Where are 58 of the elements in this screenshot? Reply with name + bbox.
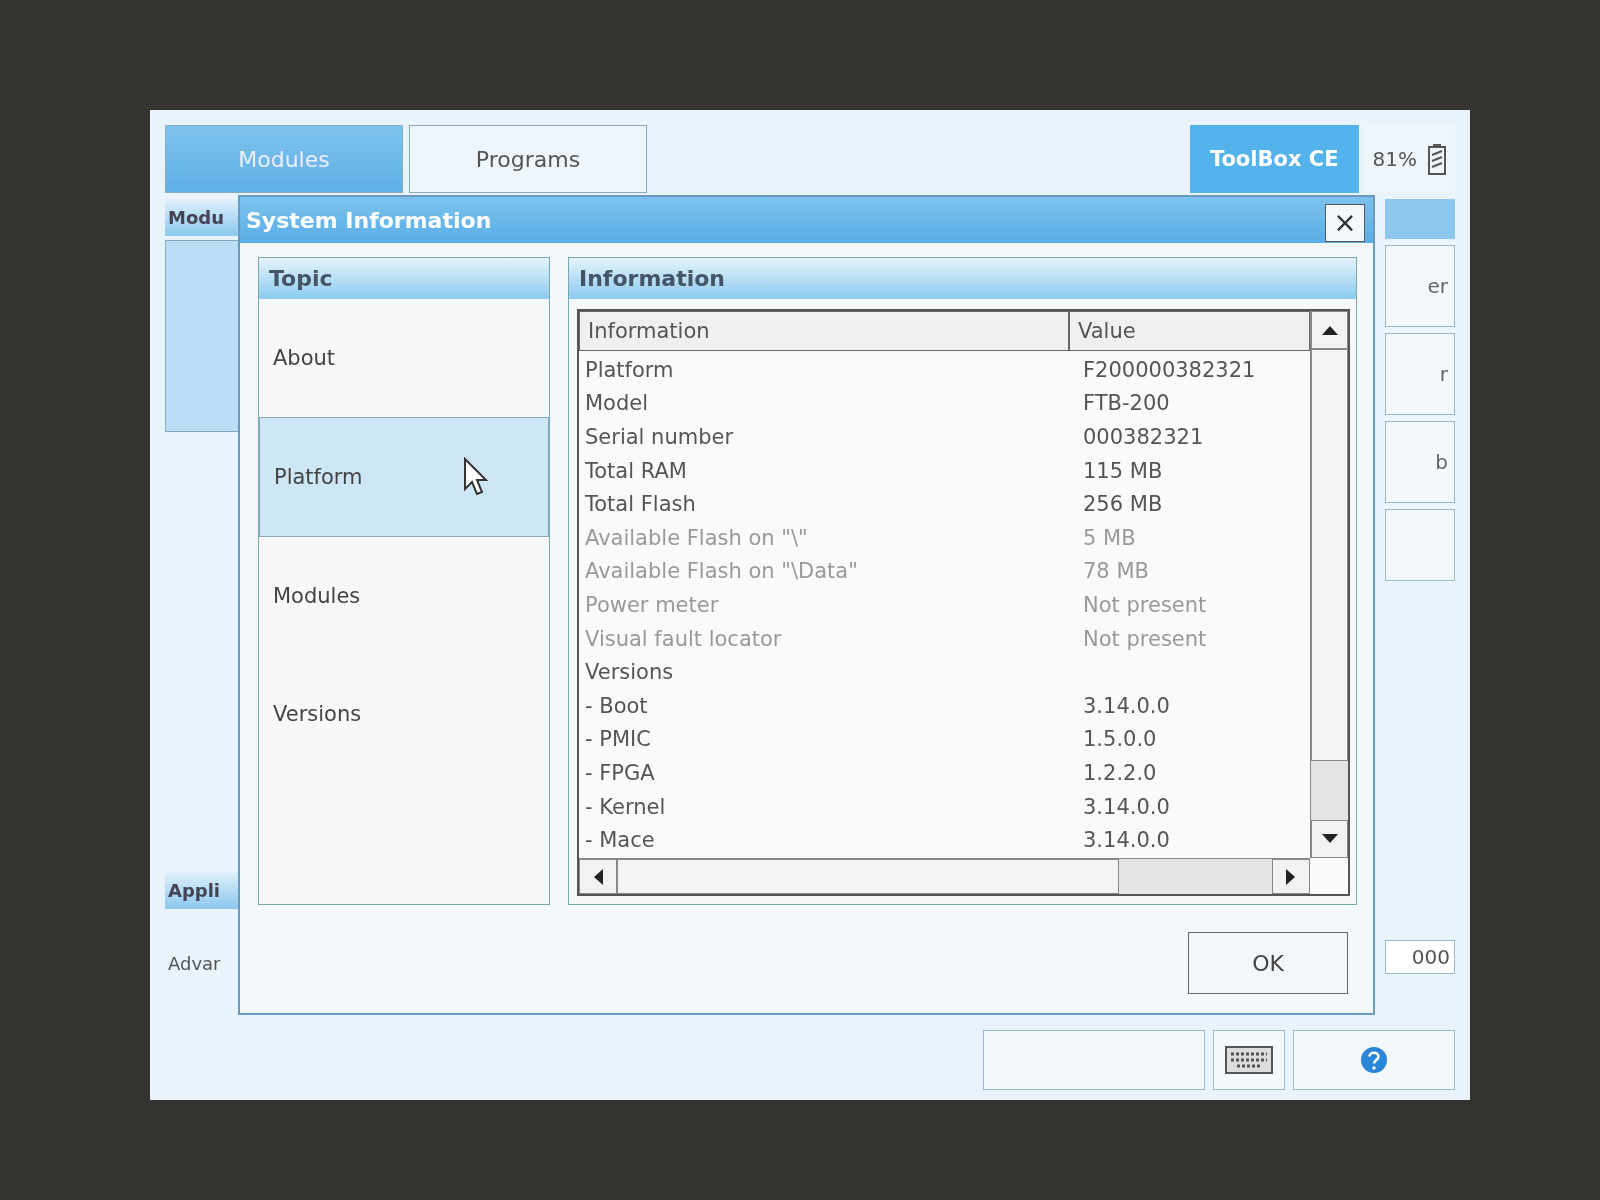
battery-icon bbox=[1427, 143, 1447, 175]
table-cell-text: Not present bbox=[1082, 592, 1207, 617]
topic-item[interactable]: Platform bbox=[259, 417, 549, 537]
table-cell-text: Available Flash on "\Data" bbox=[584, 559, 859, 584]
table-cell-text: - Kernel bbox=[584, 794, 667, 819]
tab[interactable]: Programs bbox=[409, 125, 647, 193]
table-cell-text: 000382321 bbox=[1082, 425, 1204, 449]
table-cell-text: 78 MB bbox=[1082, 559, 1149, 584]
table-cell-text: 1.5.0.0 bbox=[1082, 727, 1157, 752]
horizontal-scrollbar[interactable] bbox=[579, 858, 1310, 894]
table-cell-text: 256 MB bbox=[1082, 492, 1163, 517]
topic-item[interactable]: Modules bbox=[259, 537, 549, 655]
table-cell-text: Model bbox=[584, 391, 650, 416]
table-cell-text: Visual fault locator bbox=[584, 626, 783, 651]
table-cell-text: - PMIC bbox=[584, 727, 652, 752]
option-label: Advar bbox=[167, 952, 222, 976]
side-button[interactable]: r bbox=[1385, 333, 1455, 415]
table-cell-text: Serial number bbox=[584, 425, 735, 449]
table-cell-text: Power meter bbox=[584, 592, 720, 617]
help-icon[interactable] bbox=[1359, 1045, 1389, 1075]
up-arrow-icon[interactable] bbox=[1321, 325, 1338, 335]
vertical-scrollbar[interactable] bbox=[1310, 311, 1348, 858]
table-cell-text: 5 MB bbox=[1082, 525, 1136, 550]
close-button[interactable]: × bbox=[1325, 204, 1365, 242]
table-cell-text: Platform bbox=[584, 357, 675, 382]
side-button[interactable]: b bbox=[1385, 421, 1455, 503]
table-cell-text: FTB-200 bbox=[1082, 391, 1170, 416]
topic-item[interactable]: Versions bbox=[259, 655, 549, 773]
table-cell-text: Total RAM bbox=[584, 458, 688, 483]
pointer-icon bbox=[462, 457, 489, 497]
battery-percent: 81% bbox=[1372, 147, 1417, 171]
table-cell-text: - FPGA bbox=[584, 760, 656, 785]
column-header[interactable]: Information bbox=[579, 311, 1069, 351]
table-cell-text: F200000382321 bbox=[1082, 357, 1256, 382]
topic-item[interactable]: About bbox=[259, 299, 549, 417]
table-cell-text: - Mace bbox=[584, 828, 656, 853]
down-arrow-icon[interactable] bbox=[1321, 834, 1338, 844]
table-cell-text: Versions bbox=[584, 660, 675, 685]
table-cell-text: Available Flash on "\" bbox=[584, 525, 809, 550]
topic-header: Topic bbox=[259, 258, 549, 299]
information-header: Information bbox=[569, 258, 1356, 299]
table-cell-text: 3.14.0.0 bbox=[1082, 794, 1170, 819]
table-cell-text: 3.14.0.0 bbox=[1082, 693, 1170, 718]
table-cell-text: 115 MB bbox=[1082, 458, 1163, 483]
ok-button[interactable]: OK bbox=[1188, 932, 1348, 994]
table-cell-text: Total Flash bbox=[584, 492, 697, 517]
table-cell-text: - Boot bbox=[584, 693, 649, 718]
app-title: ToolBox CE bbox=[1189, 125, 1359, 193]
right-arrow-icon[interactable] bbox=[1286, 868, 1296, 885]
keyboard-icon[interactable] bbox=[1225, 1046, 1273, 1074]
status-value: 000 bbox=[1385, 940, 1455, 974]
side-button[interactable]: er bbox=[1385, 245, 1455, 327]
panel-header bbox=[1385, 199, 1455, 239]
table-cell-text: Not present bbox=[1082, 626, 1207, 651]
left-arrow-icon[interactable] bbox=[593, 868, 603, 885]
table-cell-text: 3.14.0.0 bbox=[1082, 828, 1170, 853]
column-header[interactable]: Value bbox=[1069, 311, 1310, 351]
table-cell-text: 1.2.2.0 bbox=[1082, 760, 1157, 785]
